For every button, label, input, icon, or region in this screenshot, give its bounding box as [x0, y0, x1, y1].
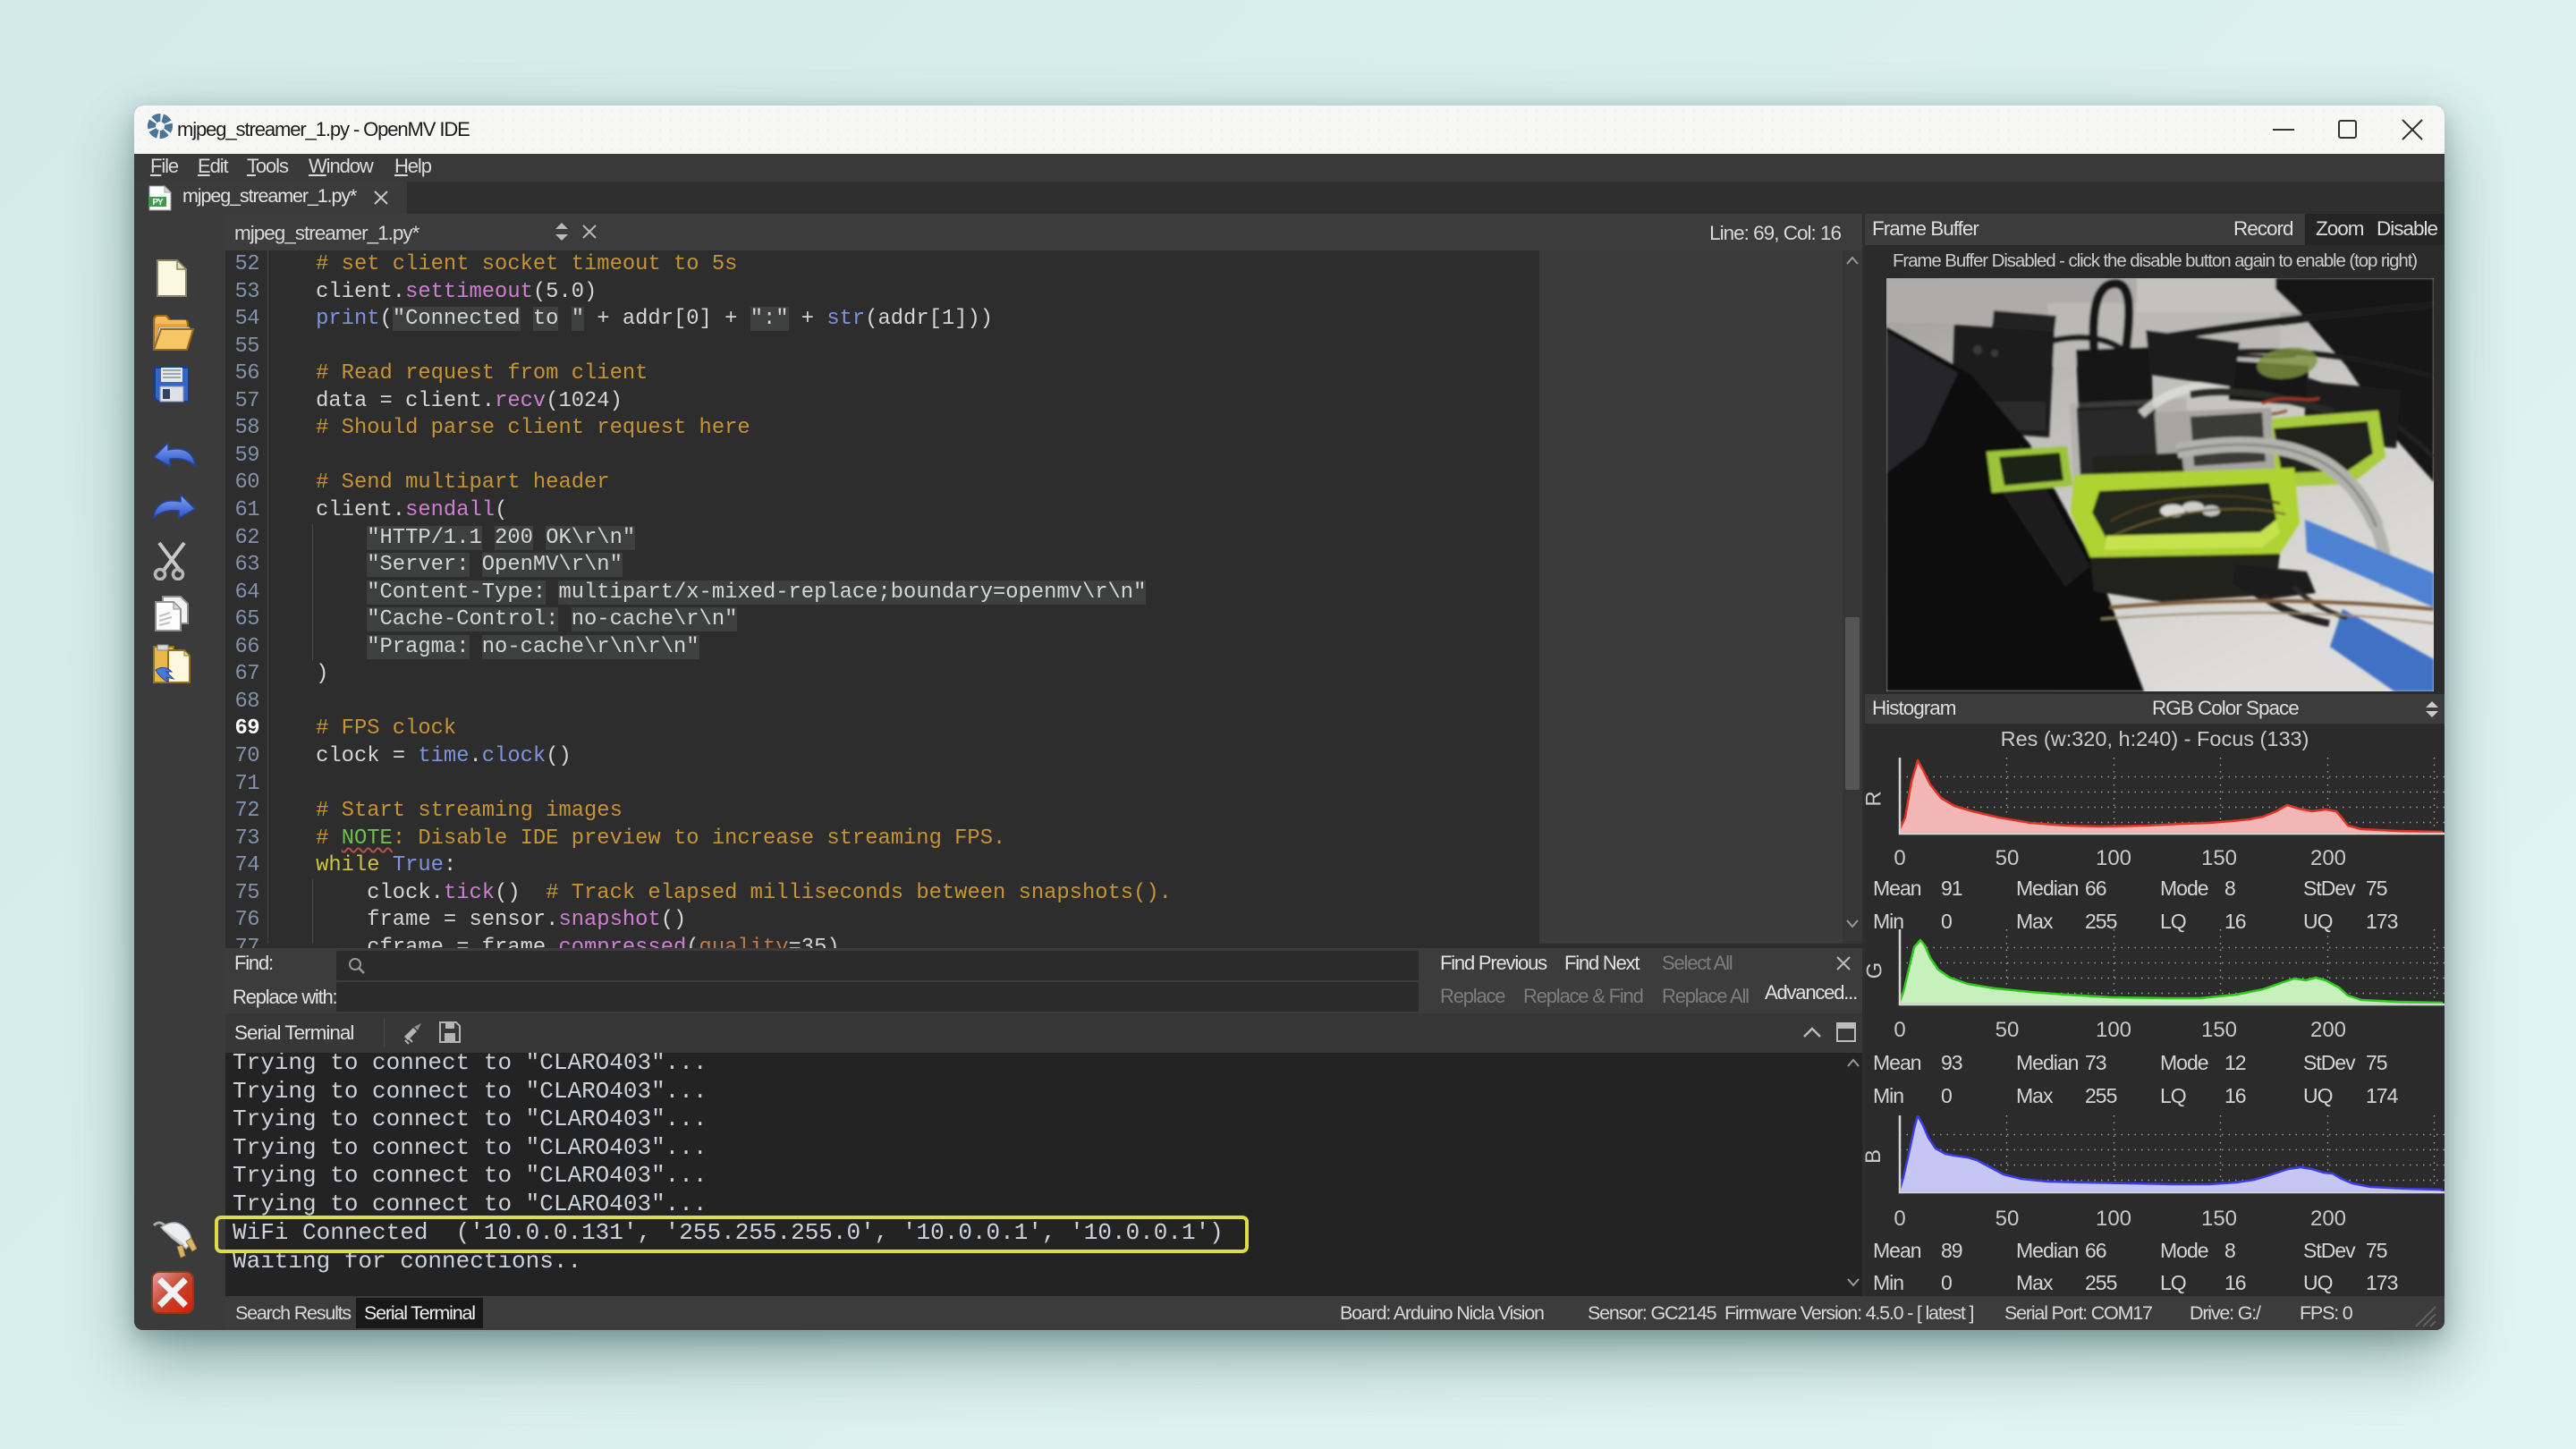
- svg-text:PY: PY: [152, 198, 164, 208]
